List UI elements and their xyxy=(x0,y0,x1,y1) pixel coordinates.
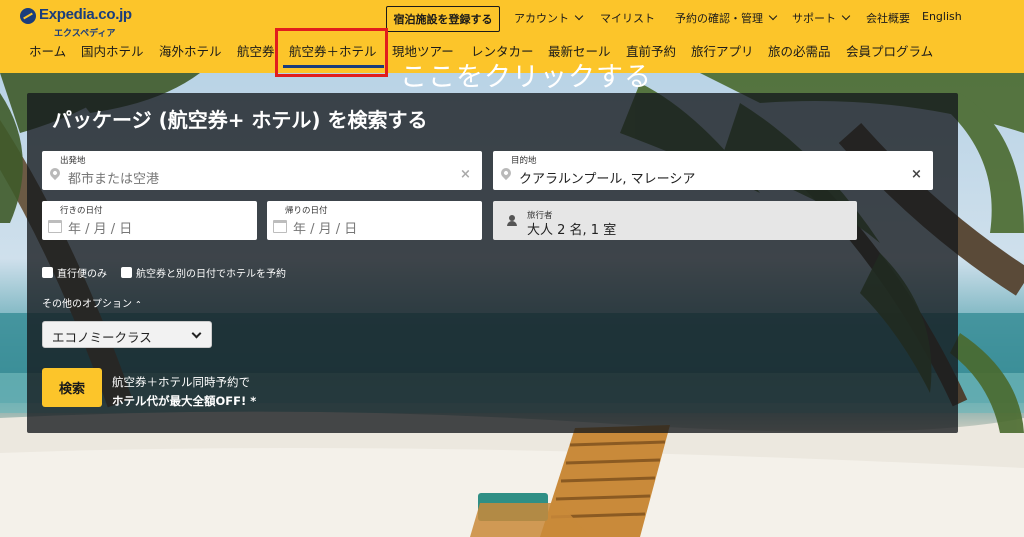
return-date-label: 帰りの日付 xyxy=(285,206,328,216)
depart-date-input[interactable]: 年 / 月 / 日 xyxy=(68,218,132,237)
origin-input[interactable]: 都市または空港 xyxy=(68,168,159,187)
nonstop-label: 直行便のみ xyxy=(57,269,107,280)
support-label: サポート xyxy=(792,12,836,25)
close-icon[interactable]: × xyxy=(911,167,922,182)
register-property-button[interactable]: 宿泊施設を登録する xyxy=(386,6,500,32)
nonstop-checkbox-row[interactable]: 直行便のみ xyxy=(42,265,107,280)
account-label: アカウント xyxy=(514,12,569,25)
logo-subtext: エクスペディア xyxy=(54,29,116,39)
separate-dates-checkbox-row[interactable]: 航空券と別の日付でホテルを予約 xyxy=(121,265,286,280)
chevron-down-icon xyxy=(768,11,778,21)
origin-label: 出発地 xyxy=(60,156,86,166)
bookings-menu[interactable]: 予約の確認・管理 xyxy=(675,10,778,26)
cabin-class-value: エコノミークラス xyxy=(52,330,152,345)
nav-travel-app[interactable]: 旅行アプリ xyxy=(691,41,754,60)
bookings-label: 予約の確認・管理 xyxy=(675,12,763,25)
my-list-link[interactable]: マイリスト xyxy=(600,10,655,26)
expedia-logo[interactable]: Expedia.co.jp エクスペディア xyxy=(20,5,132,39)
nonstop-checkbox[interactable] xyxy=(42,267,53,278)
nav-home[interactable]: ホーム xyxy=(29,41,66,60)
nav-overseas-hotels[interactable]: 海外ホテル xyxy=(159,41,222,60)
nav-member-program[interactable]: 会員プログラム xyxy=(846,41,933,60)
promo-line-2: ホテル代が最大全額OFF! * xyxy=(112,394,257,408)
calendar-icon xyxy=(48,220,62,233)
travelers-field[interactable]: 旅行者 大人 2 名, 1 室 xyxy=(493,201,857,240)
depart-date-label: 行きの日付 xyxy=(60,206,103,216)
nav-flights[interactable]: 航空券 xyxy=(237,41,275,60)
support-menu[interactable]: サポート xyxy=(792,10,851,26)
location-pin-icon xyxy=(498,165,514,181)
separate-dates-checkbox[interactable] xyxy=(121,267,132,278)
chevron-down-icon xyxy=(191,328,202,339)
destination-input[interactable]: クアラルンプール, マレーシア xyxy=(519,168,695,187)
return-date-input[interactable]: 年 / 月 / 日 xyxy=(293,218,357,237)
search-title: パッケージ (航空券+ ホテル) を検索する xyxy=(52,108,428,132)
nav-domestic-hotels[interactable]: 国内ホテル xyxy=(81,41,144,60)
language-link[interactable]: English xyxy=(922,10,962,23)
more-options-toggle[interactable]: その他のオプション ⌃ xyxy=(42,295,142,310)
chevron-up-icon: ⌃ xyxy=(135,300,142,309)
more-options-label: その他のオプション xyxy=(42,299,132,310)
plane-globe-icon xyxy=(20,8,36,24)
return-date-field[interactable]: 帰りの日付 年 / 月 / 日 xyxy=(267,201,482,240)
travelers-value: 大人 2 名, 1 室 xyxy=(527,223,617,238)
calendar-icon xyxy=(273,220,287,233)
company-link[interactable]: 会社概要 xyxy=(866,10,910,26)
close-icon[interactable]: × xyxy=(460,167,471,182)
person-icon xyxy=(506,215,518,227)
origin-field[interactable]: 出発地 都市または空港 × xyxy=(42,151,482,190)
logo-text: Expedia.co.jp xyxy=(39,6,132,23)
destination-field[interactable]: 目的地 クアラルンプール, マレーシア × xyxy=(493,151,933,190)
annotation-click-here: ここをクリックする xyxy=(400,62,652,93)
depart-date-field[interactable]: 行きの日付 年 / 月 / 日 xyxy=(42,201,257,240)
annotation-highlight-box xyxy=(275,28,388,77)
cabin-class-select[interactable]: エコノミークラス xyxy=(42,321,212,348)
promo-line-1: 航空券＋ホテル同時予約で xyxy=(112,375,250,389)
destination-label: 目的地 xyxy=(511,156,537,166)
chevron-down-icon xyxy=(574,11,584,21)
account-menu[interactable]: アカウント xyxy=(514,10,584,26)
search-button[interactable]: 検索 xyxy=(42,368,102,407)
location-pin-icon xyxy=(47,165,63,181)
nav-travel-essentials[interactable]: 旅の必需品 xyxy=(768,41,831,60)
chevron-down-icon xyxy=(841,11,851,21)
separate-dates-label: 航空券と別の日付でホテルを予約 xyxy=(136,269,286,280)
